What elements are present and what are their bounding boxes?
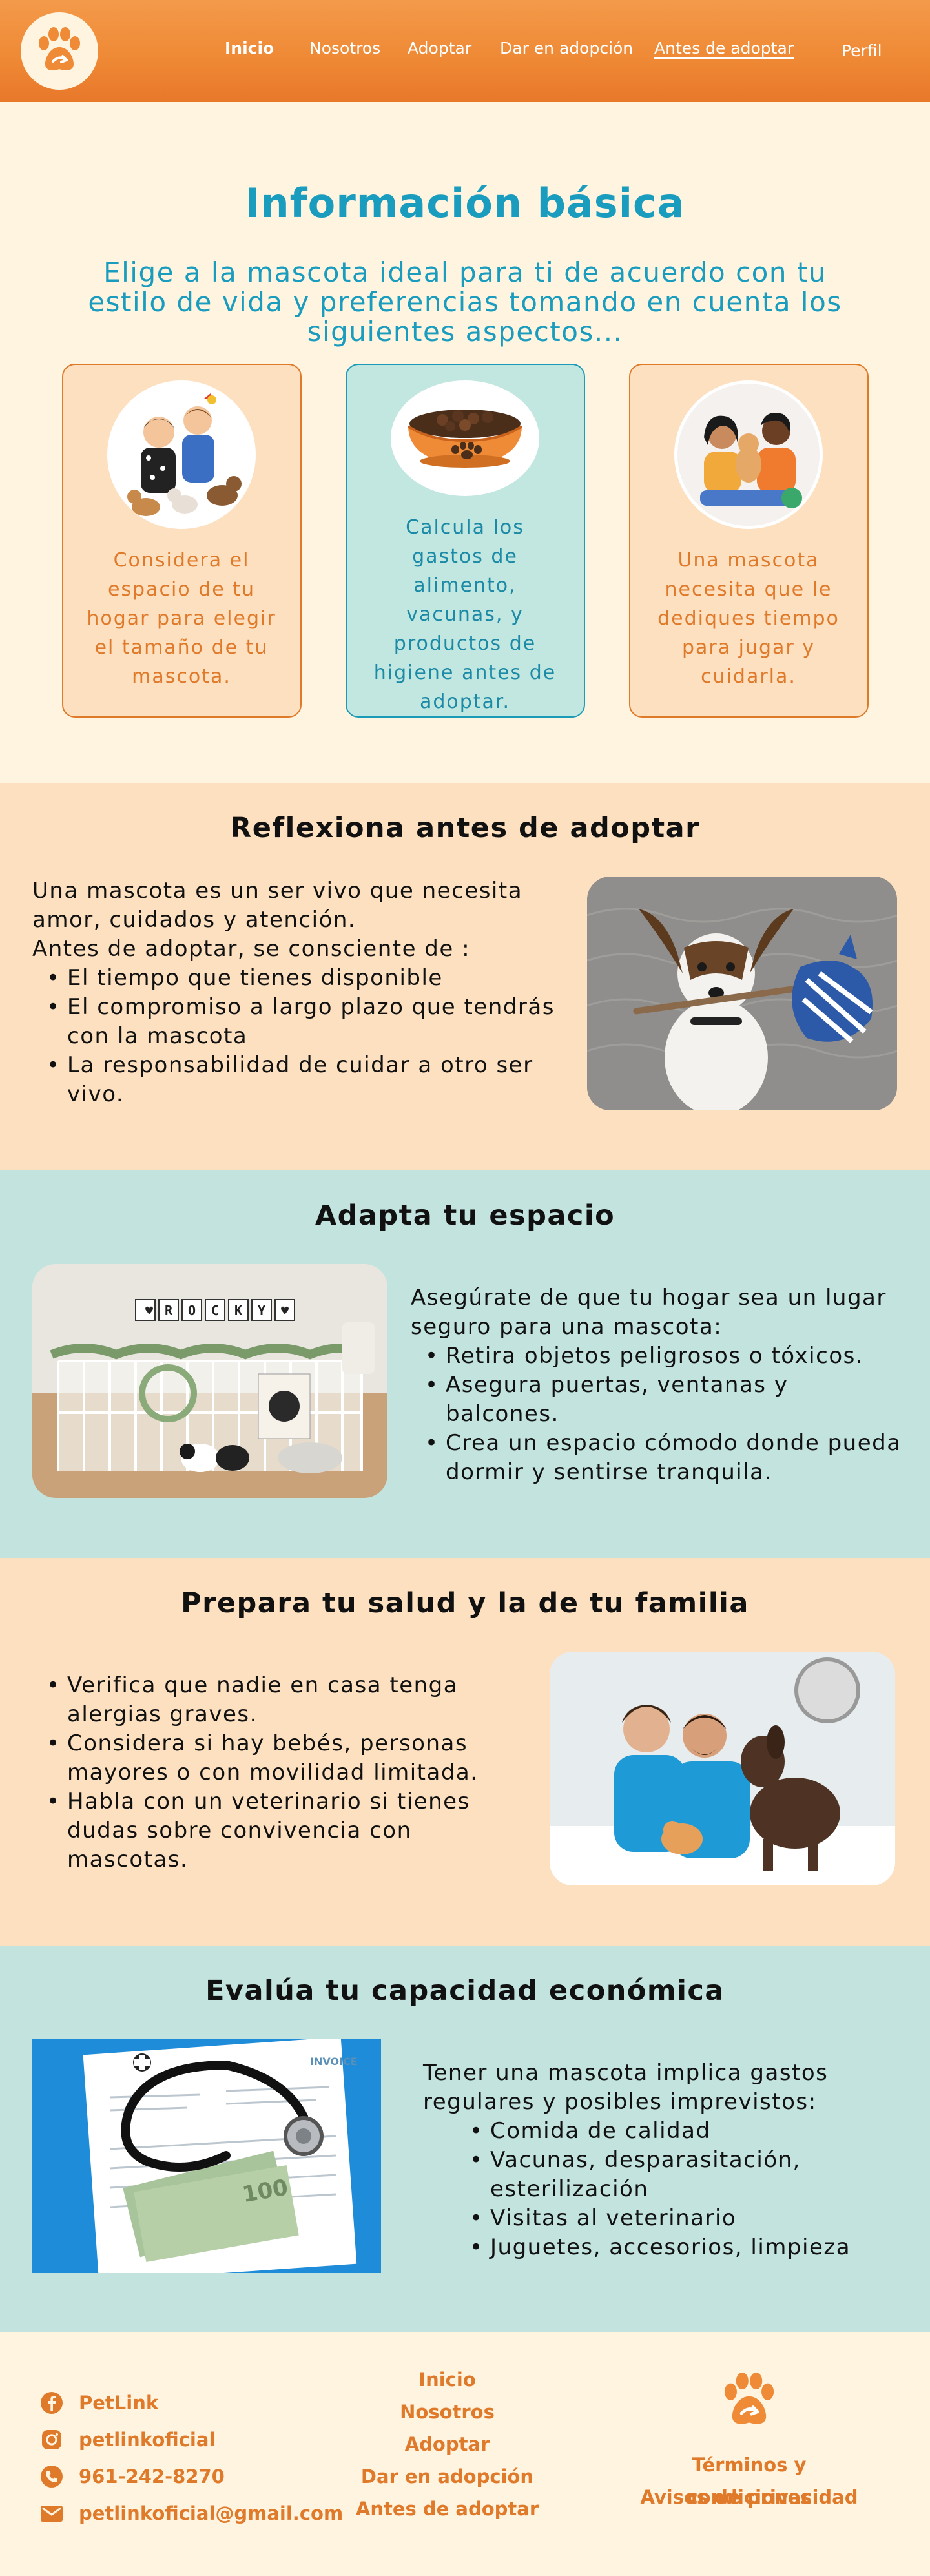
email-icon xyxy=(41,2505,63,2522)
list-item: Vacunas, desparasitación, esterilización xyxy=(455,2146,901,2204)
svg-text:♥: ♥ xyxy=(281,1303,289,1318)
money-section: Evalúa tu capacidad económica INVOICE 10… xyxy=(0,1946,930,2332)
site-header: Inicio Nosotros Adoptar Dar en adopción … xyxy=(0,0,930,102)
health-title: Prepara tu salud y la de tu familia xyxy=(181,1587,749,1619)
list-item: Asegura puertas, ventanas y balcones. xyxy=(411,1371,902,1429)
footer-instagram-handle: petlinkoficial xyxy=(79,2428,216,2451)
card-space: Considera el espacio de tu hogar para el… xyxy=(61,364,302,718)
vet-invoice-photo: INVOICE 100 xyxy=(32,2039,381,2273)
reflect-text: Una mascota es un ser vivo que necesita … xyxy=(32,877,575,1109)
footer-link-before-adopting[interactable]: Antes de adoptar xyxy=(349,2493,546,2525)
reflect-paragraph-2: Antes de adoptar, se consciente de : xyxy=(32,936,471,962)
invoice-label: INVOICE xyxy=(310,2055,358,2068)
list-item: Juguetes, accesorios, limpieza xyxy=(455,2233,901,2262)
card-costs: Calcula los gastos de alimento, vacunas,… xyxy=(345,364,585,718)
footer-phone-number: 961-242-8270 xyxy=(79,2465,225,2488)
pet-playpen-photo: ♥ R O C K Y ♥ xyxy=(32,1264,388,1498)
list-item: Retira objetos peligrosos o tóxicos. xyxy=(411,1342,902,1371)
instagram-icon xyxy=(42,2429,61,2449)
svg-text:K: K xyxy=(234,1303,242,1318)
list-item: Crea un espacio cómodo donde pueda dormi… xyxy=(411,1429,902,1487)
space-list: Retira objetos peligrosos o tóxicos. Ase… xyxy=(411,1342,902,1487)
privacy-link[interactable]: Avisos de privacidad xyxy=(626,2481,872,2513)
health-list: Verifica que nadie en casa tenga alergia… xyxy=(32,1671,510,1875)
footer-phone[interactable]: 961-242-8270 xyxy=(39,2458,343,2495)
svg-text:R: R xyxy=(165,1303,173,1318)
paw-logo-icon xyxy=(39,27,80,70)
family-pets-image xyxy=(107,380,256,529)
svg-text:Y: Y xyxy=(258,1303,265,1318)
food-bowl-image xyxy=(391,380,539,496)
health-text: Verifica que nadie en casa tenga alergia… xyxy=(32,1671,510,1875)
footer-legal: Términos y condiciones Avisos de privaci… xyxy=(626,2369,872,2513)
list-item: La responsabilidad de cuidar a otro ser … xyxy=(32,1051,575,1109)
info-subtitle: Elige a la mascota ideal para ti de acue… xyxy=(88,256,842,348)
reflect-paragraph-1: Una mascota es un ser vivo que necesita … xyxy=(32,878,523,933)
info-section: Información básica Elige a la mascota id… xyxy=(0,102,930,783)
info-title: Información básica xyxy=(245,180,685,227)
paw-logo-icon xyxy=(724,2372,774,2424)
site-footer: PetLink petlinkoficial 961-242-8270 petl… xyxy=(0,2332,930,2576)
footer-email[interactable]: petlinkoficial@gmail.com xyxy=(39,2495,343,2531)
card-space-text: Considera el espacio de tu hogar para el… xyxy=(87,549,276,688)
svg-text:C: C xyxy=(211,1303,219,1318)
list-item: Visitas al veterinario xyxy=(455,2204,901,2233)
footer-link-home[interactable]: Inicio xyxy=(349,2363,546,2396)
veterinarians-photo xyxy=(550,1652,895,1885)
logo[interactable] xyxy=(21,12,98,90)
card-time-text: Una mascota necesita que le dediques tie… xyxy=(657,549,840,688)
nav-home[interactable]: Inicio xyxy=(225,39,274,57)
main-nav: Inicio Nosotros Adoptar Dar en adopción … xyxy=(0,0,930,102)
list-item: El compromiso a largo plazo que tendrás … xyxy=(32,993,575,1051)
list-item: Habla con un veterinario si tienes dudas… xyxy=(32,1787,510,1875)
health-section: Prepara tu salud y la de tu familia Veri… xyxy=(0,1558,930,1946)
footer-link-about[interactable]: Nosotros xyxy=(349,2396,546,2428)
reflect-title: Reflexiona antes de adoptar xyxy=(230,812,700,844)
list-item: Verifica que nadie en casa tenga alergia… xyxy=(32,1671,510,1729)
terms-link[interactable]: Términos y condiciones xyxy=(626,2449,872,2508)
money-list: Comida de calidad Vacunas, desparasitaci… xyxy=(423,2117,901,2262)
list-item: Comida de calidad xyxy=(455,2117,901,2146)
card-time: Una mascota necesita que le dediques tie… xyxy=(628,364,869,718)
phone-icon xyxy=(41,2465,63,2488)
money-text: Tener una mascota implica gastos regular… xyxy=(423,2059,901,2262)
money-title: Evalúa tu capacidad económica xyxy=(205,1975,725,2007)
card-costs-text: Calcula los gastos de alimento, vacunas,… xyxy=(373,516,557,713)
space-section: Adapta tu espacio ♥ R O C K Y ♥ Asegúrat… xyxy=(0,1170,930,1558)
reflect-section: Reflexiona antes de adoptar Una mascota … xyxy=(0,783,930,1170)
nav-about[interactable]: Nosotros xyxy=(309,39,380,57)
space-text: Asegúrate de que tu hogar sea un lugar s… xyxy=(411,1283,902,1487)
space-paragraph-1: Asegúrate de que tu hogar sea un lugar s… xyxy=(411,1285,887,1340)
info-cards: Considera el espacio de tu hogar para el… xyxy=(0,364,930,718)
dog-with-bundle-photo xyxy=(587,877,897,1110)
footer-links: Inicio Nosotros Adoptar Dar en adopción … xyxy=(349,2363,546,2525)
people-with-dog-image xyxy=(674,380,823,529)
reflect-list: El tiempo que tienes disponible El compr… xyxy=(32,964,575,1109)
nav-before-adopting[interactable]: Antes de adoptar xyxy=(654,39,794,57)
footer-contact: PetLink petlinkoficial 961-242-8270 petl… xyxy=(39,2384,343,2531)
nav-give-adoption[interactable]: Dar en adopción xyxy=(500,39,633,57)
list-item: Considera si hay bebés, personas mayores… xyxy=(32,1729,510,1787)
nav-profile[interactable]: Perfil xyxy=(842,41,882,60)
footer-email-address: petlinkoficial@gmail.com xyxy=(79,2502,344,2524)
money-paragraph-1: Tener una mascota implica gastos regular… xyxy=(423,2060,829,2115)
space-title: Adapta tu espacio xyxy=(315,1200,615,1232)
footer-link-adopt[interactable]: Adoptar xyxy=(349,2428,546,2460)
svg-text:O: O xyxy=(188,1303,196,1318)
footer-instagram[interactable]: petlinkoficial xyxy=(39,2421,343,2458)
facebook-icon xyxy=(41,2391,63,2414)
footer-brand: PetLink xyxy=(79,2391,159,2414)
list-item: El tiempo que tienes disponible xyxy=(32,964,575,993)
nav-adopt[interactable]: Adoptar xyxy=(408,39,471,57)
svg-text:♥: ♥ xyxy=(145,1303,153,1318)
footer-link-give-adoption[interactable]: Dar en adopción xyxy=(349,2460,546,2493)
footer-facebook[interactable]: PetLink xyxy=(39,2384,343,2421)
